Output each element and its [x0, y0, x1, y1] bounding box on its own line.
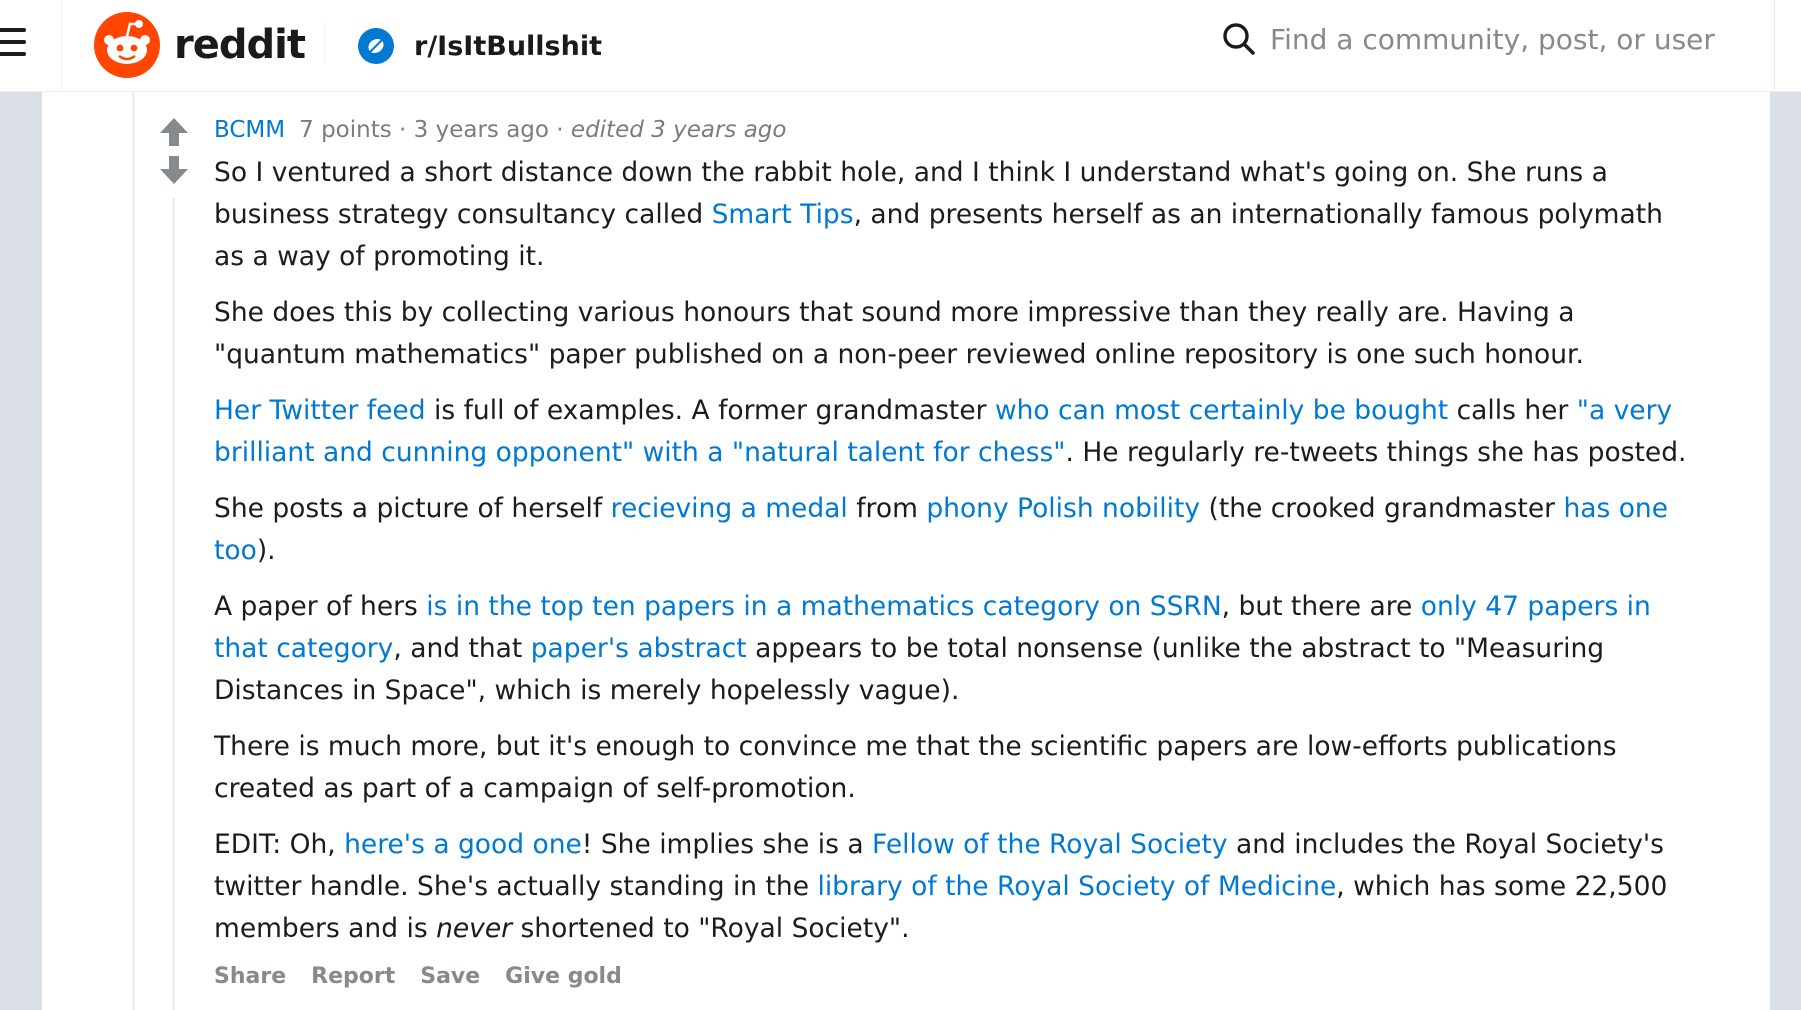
search-icon [1223, 23, 1255, 55]
text-run: , and that [393, 633, 531, 664]
header-edge-divider [1774, 0, 1775, 92]
save-button[interactable]: Save [420, 964, 480, 989]
text-run: calls her [1448, 395, 1577, 426]
comment-meta: BCMM 7 points · 3 years ago · edited 3 ye… [214, 108, 1694, 152]
comment-paragraph: A paper of hers is in the top ten papers… [214, 586, 1694, 712]
comment-paragraph: She does this by collecting various hono… [214, 292, 1694, 376]
right-gutter [1770, 92, 1801, 1010]
comment-thread-line[interactable] [172, 198, 175, 1010]
link-twitter-feed[interactable]: Her Twitter feed [214, 395, 426, 426]
comment-paragraph: There is much more, but it's enough to c… [214, 726, 1694, 810]
text-run: EDIT: Oh, [214, 829, 345, 860]
text-run: shortened to "Royal Society". [512, 913, 910, 944]
comment-paragraph: She posts a picture of herself recieving… [214, 488, 1694, 572]
comment: BCMM 7 points · 3 years ago · edited 3 ye… [214, 108, 1694, 989]
parent-thread-line[interactable] [132, 92, 135, 1010]
comment-points: 7 points [299, 117, 392, 143]
text-run: She posts a picture of herself [214, 493, 611, 524]
text-run: There is much more, but it's enough to c… [214, 731, 1617, 804]
link-smart-tips[interactable]: Smart Tips [712, 199, 854, 230]
link-top-ten-papers[interactable]: is in the top ten papers in a mathematic… [426, 591, 1221, 622]
link-royal-society-medicine[interactable]: library of the Royal Society of Medicine [817, 871, 1336, 902]
comment-time[interactable]: 3 years ago [414, 117, 549, 143]
comment-actions: Share Report Save Give gold [214, 964, 1694, 989]
emphasis-never: never [436, 913, 513, 944]
sidebar-toggle-button[interactable] [0, 0, 62, 92]
link-good-one[interactable]: here's a good one [344, 829, 582, 860]
link-medal[interactable]: recieving a medal [611, 493, 848, 524]
logo-wordmark: reddit [174, 22, 306, 68]
link-royal-society-fellow[interactable]: Fellow of the Royal Society [872, 829, 1228, 860]
left-gutter [0, 92, 42, 1010]
subreddit-name: r/IsItBullshit [414, 30, 603, 62]
give-gold-button[interactable]: Give gold [505, 964, 622, 989]
snoo-icon [94, 12, 160, 78]
text-run: (the crooked grandmaster [1200, 493, 1564, 524]
text-run: ! She implies she is a [581, 829, 873, 860]
upvote-arrow-icon[interactable] [158, 116, 190, 148]
comment-edited: edited 3 years ago [570, 117, 787, 143]
text-run: A paper of hers [214, 591, 427, 622]
search-bar[interactable] [1222, 22, 1750, 56]
comment-paragraph: EDIT: Oh, here's a good one! She implies… [214, 824, 1694, 950]
text-run: from [847, 493, 927, 524]
comment-paragraph: So I ventured a short distance down the … [214, 152, 1694, 278]
comment-author[interactable]: BCMM [214, 117, 285, 143]
report-button[interactable]: Report [311, 964, 395, 989]
link-papers-abstract[interactable]: paper's abstract [531, 633, 747, 664]
downvote-arrow-icon[interactable] [158, 154, 190, 186]
text-run: ). [256, 535, 276, 566]
text-run: She does this by collecting various hono… [214, 297, 1584, 370]
comment-paragraph: Her Twitter feed is full of examples. A … [214, 390, 1694, 474]
header-divider [324, 22, 325, 64]
link-polish-nobility[interactable]: phony Polish nobility [926, 493, 1200, 524]
reddit-logo[interactable]: reddit [94, 12, 306, 78]
text-run: . He regularly re-tweets things she has … [1065, 437, 1687, 468]
search-input[interactable] [1270, 22, 1750, 56]
text-run: , but there are [1221, 591, 1421, 622]
meta-separator: · [548, 117, 571, 143]
subreddit-link[interactable]: r/IsItBullshit [358, 28, 602, 64]
vote-controls [158, 116, 190, 192]
share-button[interactable]: Share [214, 964, 286, 989]
subreddit-icon [358, 28, 394, 64]
comment-body: So I ventured a short distance down the … [214, 152, 1694, 950]
menu-icon [0, 28, 26, 56]
meta-separator: · [391, 117, 414, 143]
text-run: is full of examples. A former grandmaste… [425, 395, 995, 426]
link-bought[interactable]: who can most certainly be bought [995, 395, 1448, 426]
top-header: reddit r/IsItBullshit [0, 0, 1801, 92]
